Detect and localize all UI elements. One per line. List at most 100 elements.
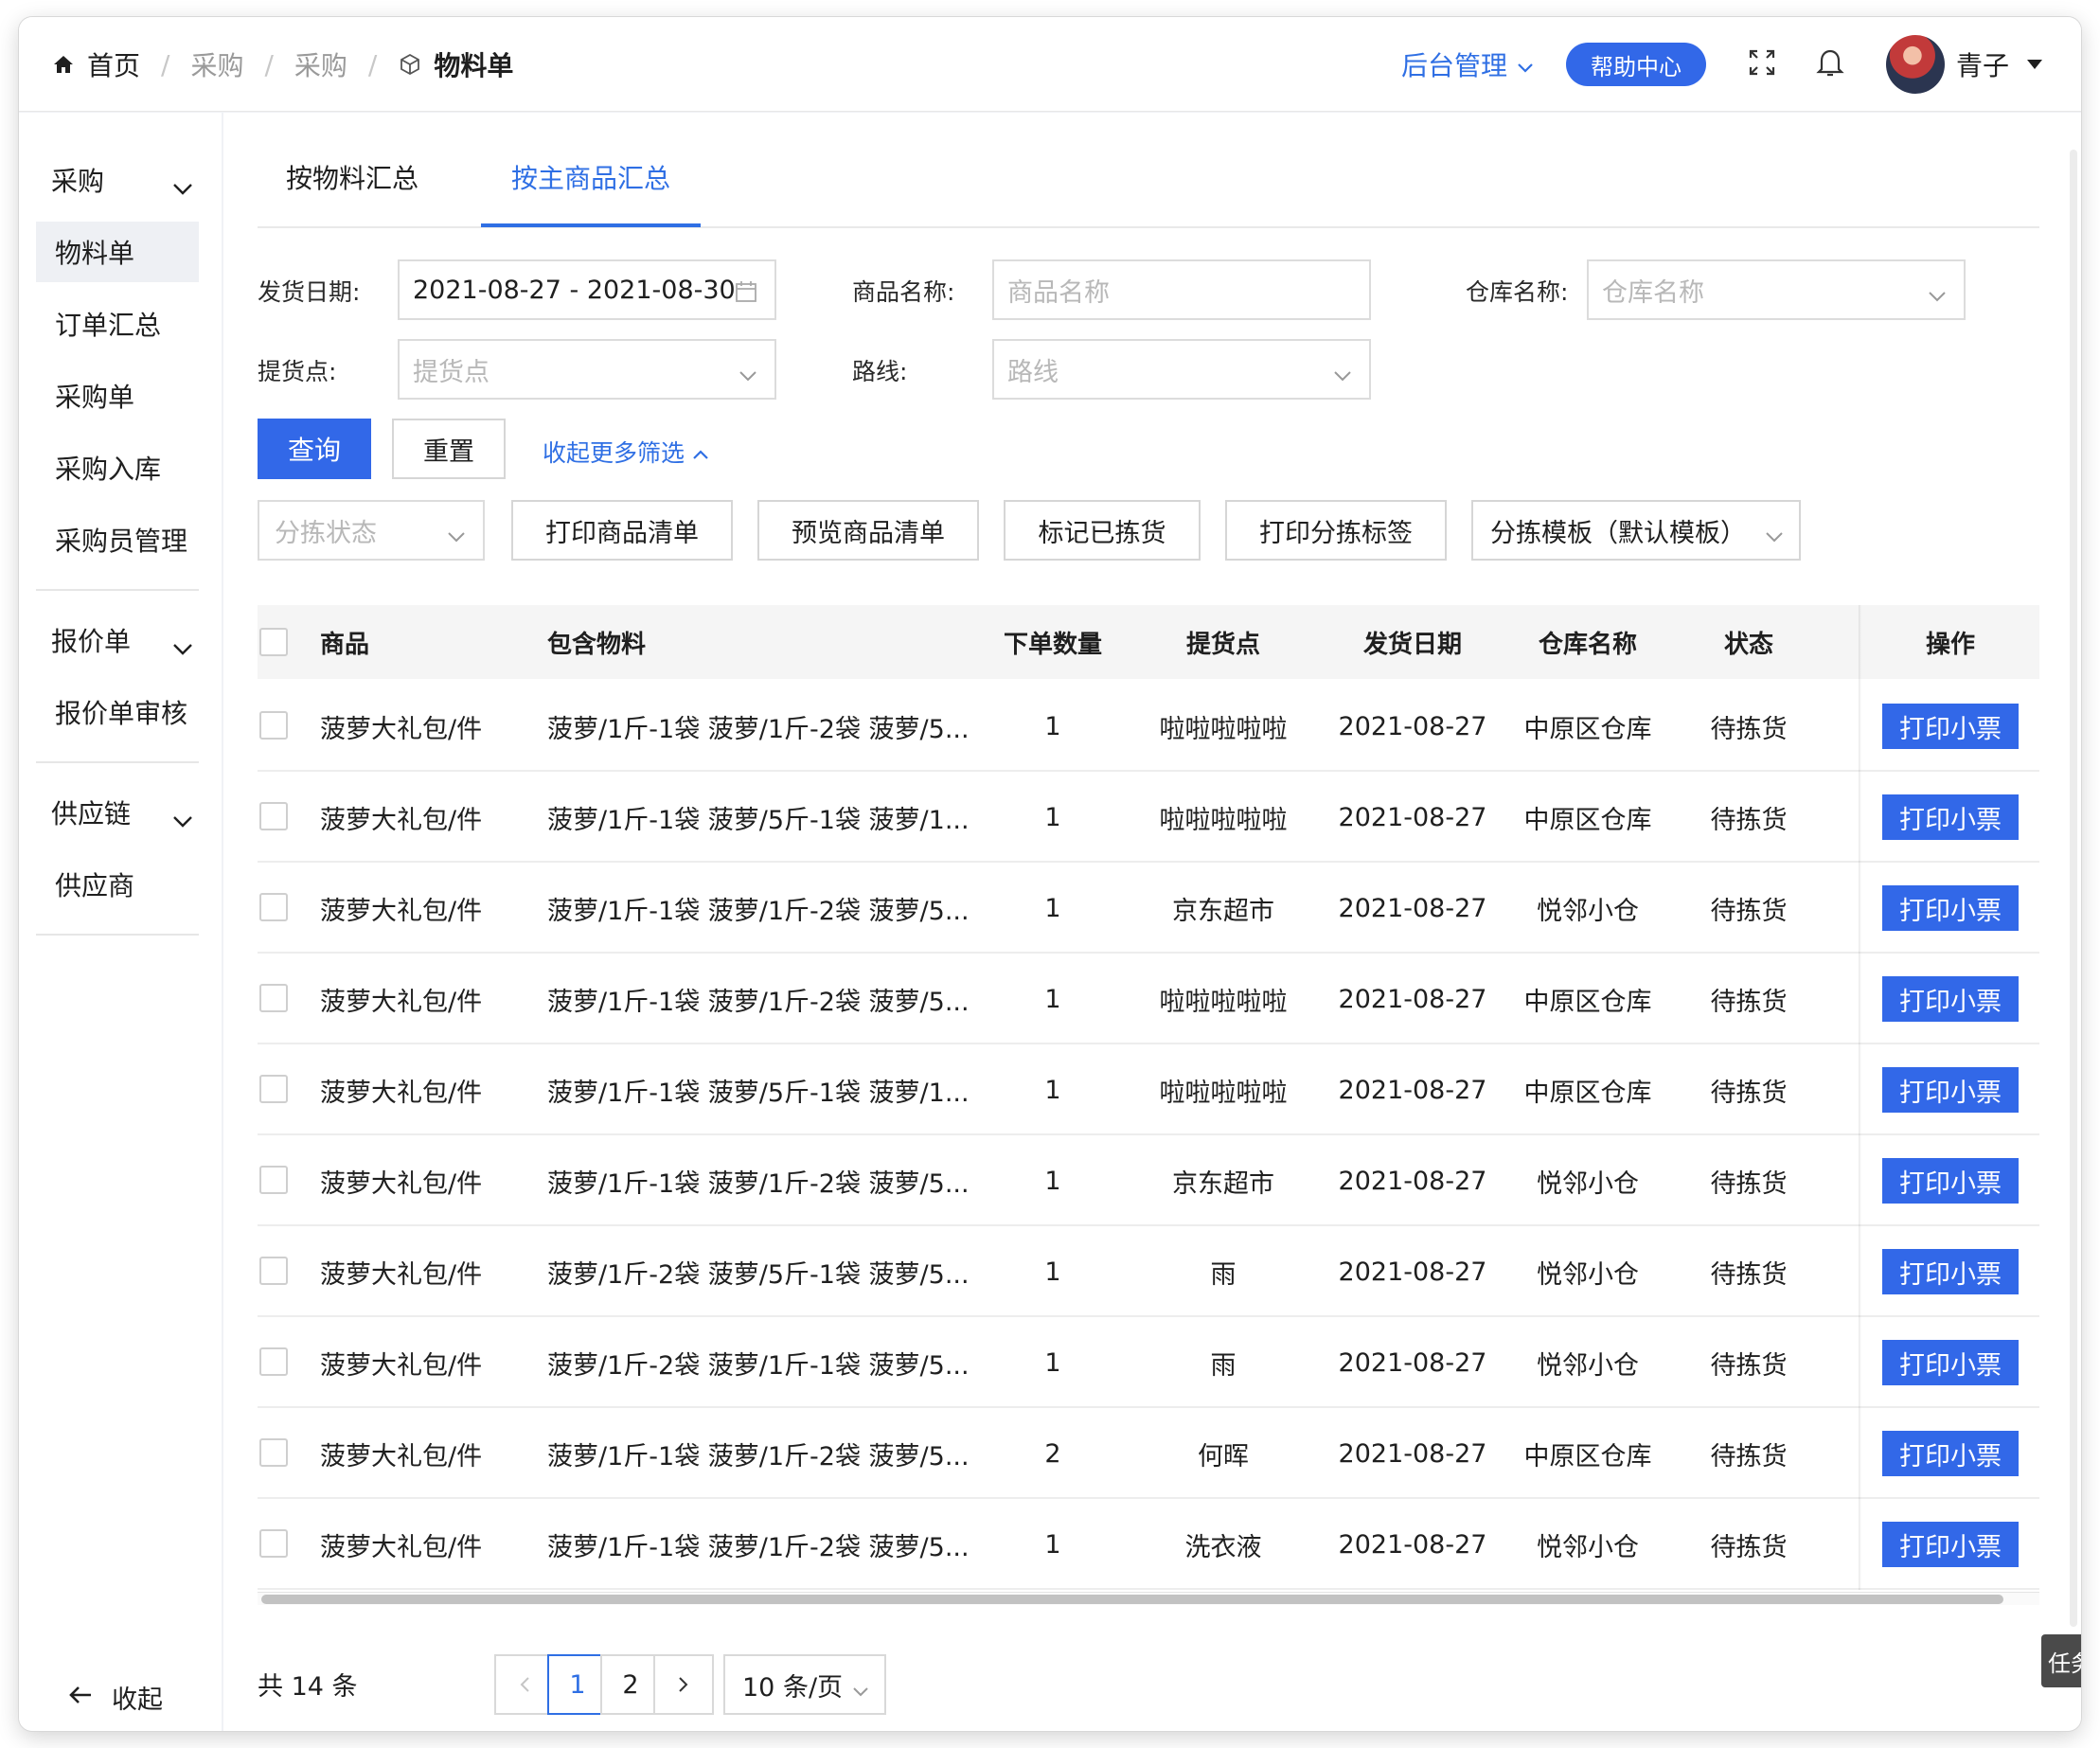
cell-product: 菠萝大礼包/件 bbox=[320, 1532, 483, 1562]
row-checkbox[interactable] bbox=[259, 1347, 288, 1376]
page-size-value: 10 条/页 bbox=[742, 1672, 844, 1703]
sidebar-item-purchase-order[interactable]: 采购单 bbox=[36, 366, 199, 426]
sort-template-select[interactable]: 分拣模板（默认模板） bbox=[1471, 500, 1801, 561]
cell-product: 菠萝大礼包/件 bbox=[320, 1441, 483, 1472]
sidebar-group-supply-chain[interactable]: 供应链 bbox=[19, 774, 222, 851]
chevron-down-icon bbox=[852, 1675, 869, 1704]
print-receipt-button[interactable]: 打印小票 bbox=[1882, 1431, 2019, 1476]
pickup-point-label: 提货点: bbox=[258, 358, 337, 385]
next-page-button[interactable] bbox=[653, 1654, 714, 1715]
sort-status-select[interactable]: 分拣状态 bbox=[258, 500, 485, 561]
row-checkbox[interactable] bbox=[259, 1438, 288, 1467]
vertical-scrollbar[interactable] bbox=[2070, 150, 2077, 1627]
cell-pickup-point: 啦啦啦啦啦 bbox=[1159, 714, 1288, 744]
cell-warehouse: 中原区仓库 bbox=[1523, 1441, 1652, 1472]
avatar[interactable] bbox=[1885, 35, 1945, 94]
print-receipt-button[interactable]: 打印小票 bbox=[1882, 704, 2019, 749]
print-product-list-button[interactable]: 打印商品清单 bbox=[511, 500, 733, 561]
print-receipt-button[interactable]: 打印小票 bbox=[1882, 1249, 2019, 1294]
sort-template-value: 分拣模板（默认模板） bbox=[1490, 518, 1746, 548]
warehouse-select[interactable]: 仓库名称 bbox=[1587, 259, 1966, 320]
print-receipt-button[interactable]: 打印小票 bbox=[1882, 794, 2019, 840]
row-checkbox[interactable] bbox=[259, 984, 288, 1012]
chevron-down-icon bbox=[1517, 49, 1534, 80]
help-center-button[interactable]: 帮助中心 bbox=[1565, 43, 1706, 86]
table-row: 菠萝大礼包/件 菠萝/1斤-1袋 菠萝/5斤-1袋 菠萝/1... 1 啦啦啦啦啦 20… bbox=[258, 772, 2039, 863]
route-select[interactable]: 路线 bbox=[992, 339, 1371, 400]
sidebar-item-buyer-management[interactable]: 采购员管理 bbox=[36, 509, 199, 570]
page-size-select[interactable]: 10 条/页 bbox=[723, 1654, 886, 1715]
task-panel-tab[interactable]: 任务 bbox=[2041, 1634, 2081, 1687]
print-sort-labels-button[interactable]: 打印分拣标签 bbox=[1225, 500, 1447, 561]
cell-status: 待拣货 bbox=[1710, 1259, 1788, 1290]
chevron-down-icon bbox=[447, 521, 466, 550]
cell-ship-date: 2021-08-27 bbox=[1338, 1529, 1487, 1560]
print-receipt-button[interactable]: 打印小票 bbox=[1882, 1067, 2019, 1113]
admin-menu[interactable]: 后台管理 bbox=[1401, 45, 1534, 83]
ship-date-label: 发货日期: bbox=[258, 278, 361, 306]
row-checkbox[interactable] bbox=[259, 1075, 288, 1103]
caret-down-icon[interactable] bbox=[2026, 56, 2043, 74]
breadcrumb-level2[interactable]: 采购 bbox=[294, 45, 347, 83]
column-header-status: 状态 bbox=[1723, 630, 1773, 659]
mark-picked-button[interactable]: 标记已拣货 bbox=[1004, 500, 1201, 561]
sidebar-item-purchase-inbound[interactable]: 采购入库 bbox=[36, 437, 199, 498]
sidebar-item-supplier[interactable]: 供应商 bbox=[36, 854, 199, 915]
prev-page-button[interactable] bbox=[494, 1654, 555, 1715]
cell-materials: 菠萝/1斤-2袋 菠萝/1斤-1袋 菠萝/5... bbox=[547, 1350, 970, 1381]
print-receipt-button[interactable]: 打印小票 bbox=[1882, 1340, 2019, 1385]
sidebar: 采购 物料单 订单汇总 采购单 采购入库 采购员管理 报价单 报价单审核 供应链… bbox=[19, 113, 222, 1731]
horizontal-scrollbar-thumb[interactable] bbox=[261, 1595, 2003, 1604]
breadcrumb-separator: / bbox=[161, 48, 170, 80]
page-button-1[interactable]: 1 bbox=[547, 1654, 608, 1715]
cell-pickup-point: 雨 bbox=[1210, 1259, 1237, 1290]
admin-menu-label: 后台管理 bbox=[1400, 50, 1507, 81]
breadcrumb-home[interactable]: 首页 bbox=[53, 45, 140, 83]
sidebar-item-material-list[interactable]: 物料单 bbox=[36, 222, 199, 282]
cell-ship-date: 2021-08-27 bbox=[1338, 1347, 1487, 1378]
cell-materials: 菠萝/1斤-1袋 菠萝/1斤-2袋 菠萝/5... bbox=[547, 1168, 970, 1199]
cell-pickup-point: 啦啦啦啦啦 bbox=[1159, 1078, 1288, 1108]
row-checkbox[interactable] bbox=[259, 1166, 288, 1194]
print-receipt-button[interactable]: 打印小票 bbox=[1882, 1158, 2019, 1204]
sidebar-group-purchase[interactable]: 采购 bbox=[19, 141, 222, 219]
fullscreen-icon[interactable] bbox=[1748, 48, 1776, 80]
sidebar-item-quote-review[interactable]: 报价单审核 bbox=[36, 682, 199, 742]
reset-button[interactable]: 重置 bbox=[392, 419, 506, 479]
preview-product-list-button[interactable]: 预览商品清单 bbox=[757, 500, 979, 561]
ship-date-range-picker[interactable]: 2021-08-27 - 2021-08-30 bbox=[398, 259, 776, 320]
collapse-sidebar-button[interactable]: 收起 bbox=[68, 1679, 163, 1716]
column-header-warehouse: 仓库名称 bbox=[1538, 630, 1637, 659]
sidebar-item-order-summary[interactable]: 订单汇总 bbox=[36, 294, 199, 354]
print-receipt-button[interactable]: 打印小票 bbox=[1882, 1522, 2019, 1567]
cell-pickup-point: 京东超市 bbox=[1172, 1168, 1274, 1199]
bell-icon[interactable] bbox=[1816, 47, 1844, 81]
table-row: 菠萝大礼包/件 菠萝/1斤-1袋 菠萝/1斤-2袋 菠萝/5... 1 啦啦啦啦啦 20… bbox=[258, 681, 2039, 772]
user-name[interactable]: 青子 bbox=[1956, 45, 2009, 83]
tab-by-material[interactable]: 按物料汇总 bbox=[286, 158, 418, 196]
pickup-point-select[interactable]: 提货点 bbox=[398, 339, 776, 400]
product-name-input[interactable]: 商品名称 bbox=[992, 259, 1371, 320]
cell-pickup-point: 啦啦啦啦啦 bbox=[1159, 987, 1288, 1017]
sidebar-group-quote[interactable]: 报价单 bbox=[19, 601, 222, 679]
query-button[interactable]: 查询 bbox=[258, 419, 371, 479]
row-checkbox[interactable] bbox=[259, 893, 288, 921]
breadcrumb-level1[interactable]: 采购 bbox=[190, 45, 243, 83]
print-receipt-button[interactable]: 打印小票 bbox=[1882, 976, 2019, 1022]
row-checkbox[interactable] bbox=[259, 802, 288, 830]
row-checkbox[interactable] bbox=[259, 1529, 288, 1558]
cube-icon bbox=[398, 52, 422, 77]
tab-by-main-product[interactable]: 按主商品汇总 bbox=[511, 158, 670, 196]
page-button-2[interactable]: 2 bbox=[600, 1654, 661, 1715]
sidebar-divider bbox=[36, 761, 199, 763]
cell-ship-date: 2021-08-27 bbox=[1338, 1166, 1487, 1196]
collapse-filters-label: 收起更多筛选 bbox=[543, 439, 685, 467]
cell-warehouse: 悦邻小仓 bbox=[1537, 1259, 1639, 1290]
print-receipt-button[interactable]: 打印小票 bbox=[1882, 885, 2019, 931]
row-checkbox[interactable] bbox=[259, 1257, 288, 1285]
sidebar-group-label: 采购 bbox=[51, 166, 105, 197]
cell-ship-date: 2021-08-27 bbox=[1338, 1438, 1487, 1469]
select-all-checkbox[interactable] bbox=[259, 628, 288, 656]
row-checkbox[interactable] bbox=[259, 711, 288, 740]
collapse-filters-link[interactable]: 收起更多筛选 bbox=[543, 435, 709, 469]
